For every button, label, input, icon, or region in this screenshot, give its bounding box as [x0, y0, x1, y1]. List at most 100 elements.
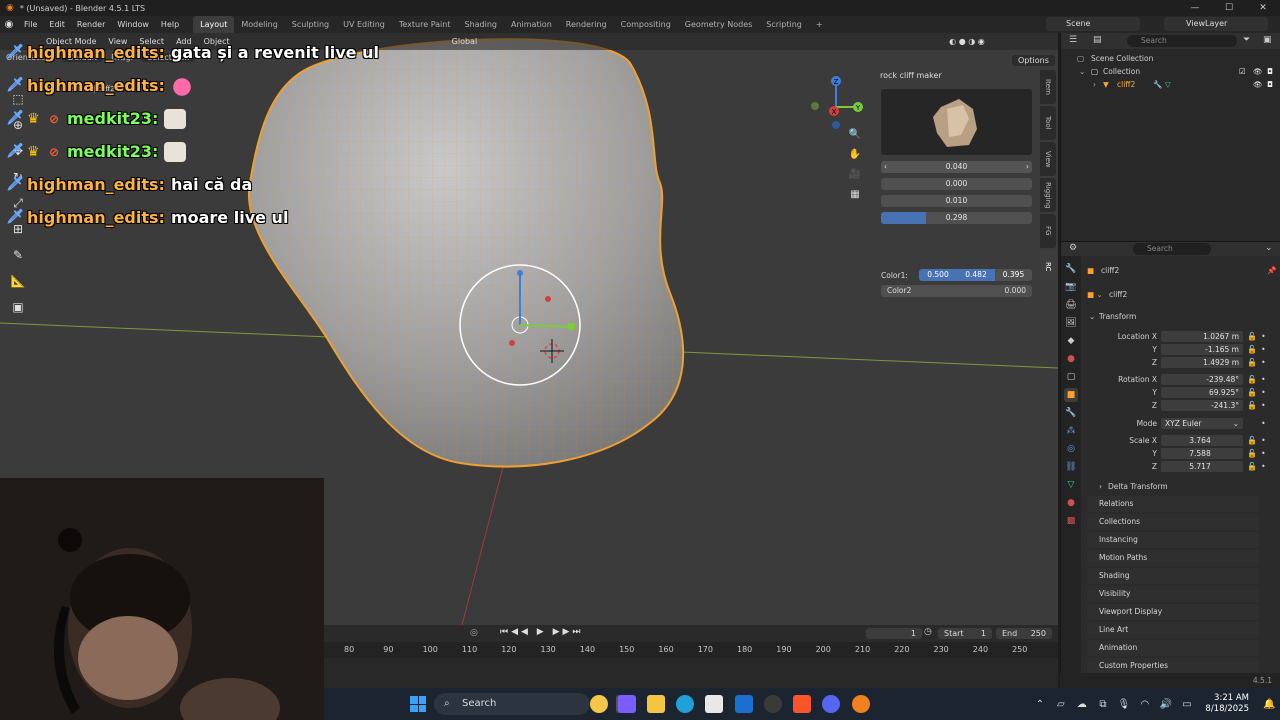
view-layer-selector[interactable]: ViewLayer: [1164, 17, 1268, 31]
tab-modeling[interactable]: Modeling: [234, 16, 284, 33]
keyframe-dot-icon[interactable]: •: [1261, 356, 1266, 369]
add-workspace-button[interactable]: +: [809, 16, 830, 33]
timeline-ruler[interactable]: 80 90 100 110 120 130 140 150 160 170 180 190 200 210…: [324, 642, 1058, 658]
output-tab-icon[interactable]: 🖨: [1064, 298, 1078, 312]
rotation-x-field[interactable]: -239.48°: [1161, 374, 1243, 385]
playback-controls[interactable]: ⏮◀◀ ▶ ▶▶⏭: [500, 627, 584, 637]
delta-transform-header[interactable]: › Delta Transform: [1083, 480, 1280, 493]
lock-icon[interactable]: 🔓: [1247, 373, 1257, 386]
color1-r[interactable]: 0.500: [919, 269, 957, 281]
gizmo-y-handle[interactable]: [568, 323, 575, 330]
close-button[interactable]: ✕: [1246, 0, 1280, 16]
material-tab-icon[interactable]: ●: [1064, 496, 1078, 510]
lock-icon[interactable]: 🔓: [1247, 343, 1257, 356]
navigation-gizmo[interactable]: Z Y X: [808, 73, 868, 133]
outliner-editor-icon[interactable]: ☰: [1069, 35, 1077, 45]
exclude-checkbox[interactable]: ☑: [1239, 65, 1246, 78]
lock-icon[interactable]: 🔓: [1247, 460, 1257, 473]
current-frame-field[interactable]: 1: [866, 628, 922, 639]
copilot-icon[interactable]: [618, 695, 636, 713]
tab-item[interactable]: Item: [1040, 70, 1056, 104]
location-z-field[interactable]: 1.4929 m: [1161, 357, 1243, 368]
annotate-tool-icon[interactable]: ✎: [8, 245, 28, 265]
menu-file[interactable]: File: [18, 16, 43, 33]
start-frame-field[interactable]: Start 1: [938, 628, 992, 639]
notifications-bell-icon[interactable]: 🔔: [1259, 699, 1280, 710]
outliner-search-input[interactable]: Search: [1127, 35, 1237, 47]
object-datablock-row[interactable]: ■ ⌄ cliff2: [1083, 288, 1280, 301]
outliner-collection[interactable]: ⌄ ▢ Collection ☑ 👁 ◘: [1061, 65, 1280, 78]
render-camera-icon[interactable]: ◘: [1267, 65, 1273, 78]
object-datablock-name[interactable]: cliff2: [1109, 288, 1127, 301]
minimize-button[interactable]: —: [1178, 0, 1212, 16]
data-tab-icon[interactable]: ▽: [1064, 478, 1078, 492]
section-custom-properties[interactable]: Custom Properties: [1087, 658, 1259, 674]
maximize-button[interactable]: ☐: [1212, 0, 1246, 16]
tray-app-2-icon[interactable]: ⧉: [1092, 699, 1113, 710]
gizmo-x-dot[interactable]: [545, 296, 551, 302]
tab-tool[interactable]: Tool: [1040, 106, 1056, 140]
section-animation[interactable]: Animation: [1087, 640, 1259, 656]
scale-x-field[interactable]: 3.764: [1161, 435, 1243, 446]
discord-icon[interactable]: [822, 695, 840, 713]
keyframe-dot-icon[interactable]: •: [1261, 417, 1266, 430]
menu-window[interactable]: Window: [111, 16, 155, 33]
tab-fg[interactable]: FG: [1040, 214, 1056, 248]
tool-tab-icon[interactable]: 🔧: [1064, 262, 1078, 276]
blender-taskbar-icon[interactable]: [852, 695, 870, 713]
keyframe-dot-icon[interactable]: •: [1261, 386, 1266, 399]
lock-icon[interactable]: 🔓: [1247, 386, 1257, 399]
microphone-icon[interactable]: 🎙: [1113, 699, 1134, 710]
expand-arrow-icon[interactable]: ›: [1093, 78, 1096, 91]
gizmo-z-handle[interactable]: [517, 270, 523, 276]
record-icon[interactable]: ◎: [470, 628, 478, 638]
texture-tab-icon[interactable]: ▩: [1064, 514, 1078, 528]
news-widget-icon[interactable]: [590, 695, 608, 713]
keyframe-dot-icon[interactable]: •: [1261, 434, 1266, 447]
tab-rc[interactable]: RC: [1040, 250, 1056, 284]
tab-layout[interactable]: Layout: [193, 16, 235, 33]
keyframe-dot-icon[interactable]: •: [1261, 373, 1266, 386]
tab-uv-editing[interactable]: UV Editing: [336, 16, 392, 33]
section-visibility[interactable]: Visibility: [1087, 586, 1259, 602]
camera-view-icon[interactable]: 🎥: [846, 169, 864, 183]
lock-icon[interactable]: 🔓: [1247, 330, 1257, 343]
new-collection-icon[interactable]: ▣: [1263, 35, 1272, 45]
transform-orientation-dropdown[interactable]: Global: [446, 37, 484, 46]
section-instancing[interactable]: Instancing: [1087, 532, 1259, 548]
modifier-tab-icon[interactable]: 🔧: [1064, 406, 1078, 420]
tab-rigging[interactable]: Rigging: [1040, 178, 1056, 212]
tab-animation[interactable]: Animation: [504, 16, 559, 33]
lock-icon[interactable]: 🔓: [1247, 434, 1257, 447]
display-mode-icon[interactable]: ▤: [1093, 35, 1102, 45]
view-layer-tab-icon[interactable]: 🖼: [1064, 316, 1078, 330]
scene-selector[interactable]: Scene: [1046, 17, 1140, 31]
rock-param-field-4[interactable]: 0.298: [881, 212, 1032, 224]
constraints-tab-icon[interactable]: ⛓: [1064, 460, 1078, 474]
tab-geometry-nodes[interactable]: Geometry Nodes: [678, 16, 759, 33]
properties-options-icon[interactable]: ⌄: [1265, 243, 1273, 253]
taskbar-search[interactable]: ⌕ Search: [434, 693, 590, 715]
transform-section-header[interactable]: ⌄ Transform: [1083, 310, 1280, 323]
location-x-field[interactable]: 1.0267 m: [1161, 331, 1243, 342]
scene-tab-icon[interactable]: ◆: [1064, 334, 1078, 348]
collection-tab-icon[interactable]: ▢: [1064, 370, 1078, 384]
add-cube-tool-icon[interactable]: ▣: [8, 297, 28, 317]
rotation-y-field[interactable]: 69.925°: [1161, 387, 1243, 398]
measure-tool-icon[interactable]: 📐: [8, 271, 28, 291]
menu-render[interactable]: Render: [71, 16, 111, 33]
location-y-field[interactable]: -1.165 m: [1161, 344, 1243, 355]
lock-icon[interactable]: 🔓: [1247, 447, 1257, 460]
keyframe-dot-icon[interactable]: •: [1261, 399, 1266, 412]
color1-g[interactable]: 0.482: [957, 269, 995, 281]
rock-param-field-3[interactable]: 0.010: [881, 195, 1032, 207]
tab-shading[interactable]: Shading: [457, 16, 504, 33]
file-explorer-icon[interactable]: [647, 695, 665, 713]
obs-icon[interactable]: [764, 695, 782, 713]
end-frame-field[interactable]: End 250: [996, 628, 1052, 639]
filter-icon[interactable]: ⏷: [1243, 35, 1250, 45]
particles-tab-icon[interactable]: ⁂: [1064, 424, 1078, 438]
rock-preview-image[interactable]: [881, 89, 1032, 155]
arrow-right-icon[interactable]: ›: [1026, 161, 1029, 173]
windows-start-icon[interactable]: [410, 696, 426, 712]
